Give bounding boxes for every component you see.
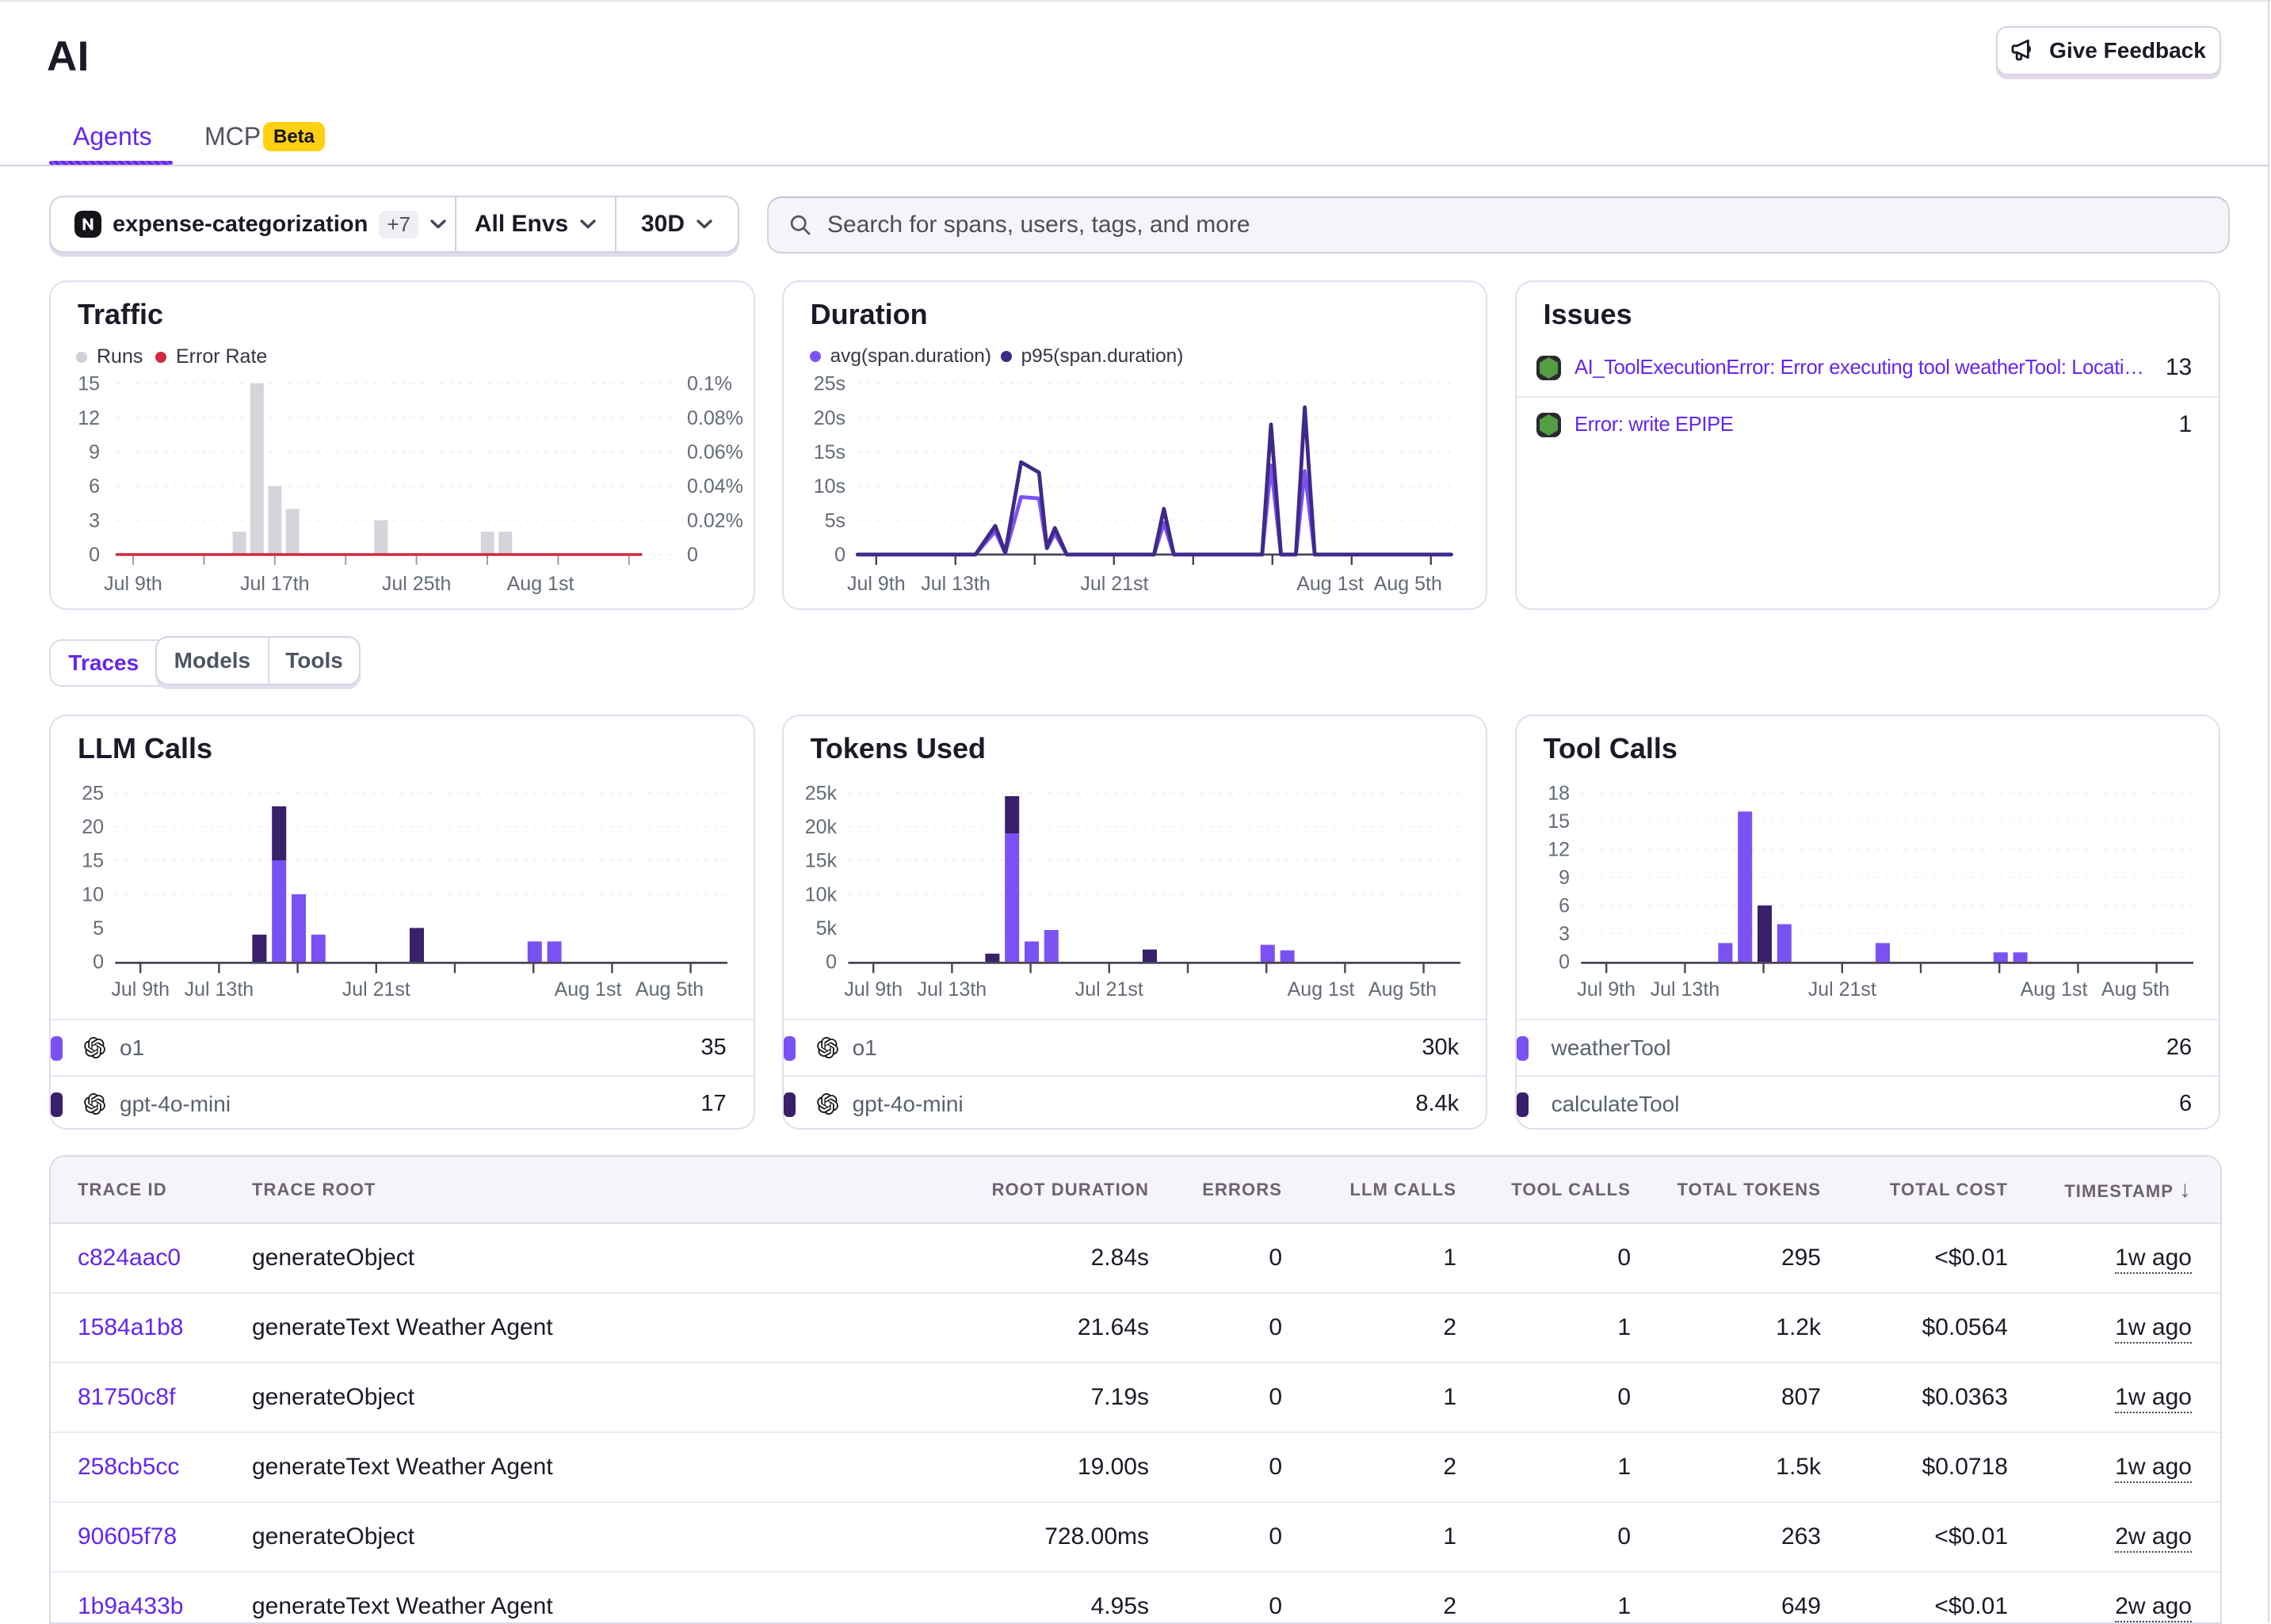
svg-text:0.02%: 0.02% xyxy=(687,509,743,532)
svg-text:0.06%: 0.06% xyxy=(687,441,743,463)
svg-text:0: 0 xyxy=(826,951,837,974)
svg-text:Jul 13th: Jul 13th xyxy=(917,978,987,1001)
svg-text:0: 0 xyxy=(93,951,104,974)
svg-text:20s: 20s xyxy=(813,407,845,429)
svg-text:5: 5 xyxy=(93,917,104,940)
svg-text:15s: 15s xyxy=(813,441,845,463)
svg-text:Aug 5th: Aug 5th xyxy=(2101,978,2170,1001)
svg-text:15: 15 xyxy=(1548,810,1570,833)
svg-text:3: 3 xyxy=(1559,923,1570,945)
svg-text:Aug 1st: Aug 1st xyxy=(1287,978,1354,1001)
svg-text:Jul 25th: Jul 25th xyxy=(382,573,452,595)
svg-text:12: 12 xyxy=(1548,838,1570,860)
svg-text:Aug 5th: Aug 5th xyxy=(1373,573,1441,595)
svg-text:Aug 1st: Aug 1st xyxy=(507,573,574,595)
svg-text:Jul 21st: Jul 21st xyxy=(342,978,410,1001)
svg-text:0.04%: 0.04% xyxy=(687,475,743,497)
svg-text:Aug 1st: Aug 1st xyxy=(1296,573,1364,595)
svg-text:Jul 13th: Jul 13th xyxy=(185,978,254,1001)
svg-text:15: 15 xyxy=(82,850,104,872)
svg-text:Jul 21st: Jul 21st xyxy=(1080,573,1148,595)
svg-text:Jul 21st: Jul 21st xyxy=(1807,978,1876,1001)
svg-text:25s: 25s xyxy=(813,373,845,395)
svg-text:0.1%: 0.1% xyxy=(687,373,732,395)
svg-text:Jul 9th: Jul 9th xyxy=(1577,978,1636,1001)
svg-text:Jul 17th: Jul 17th xyxy=(240,573,310,595)
svg-text:10k: 10k xyxy=(804,883,837,905)
svg-text:Aug 1st: Aug 1st xyxy=(2020,978,2087,1001)
svg-text:0: 0 xyxy=(687,544,698,566)
svg-text:0.08%: 0.08% xyxy=(687,407,743,429)
svg-text:25: 25 xyxy=(82,782,104,804)
svg-text:10s: 10s xyxy=(813,475,845,497)
svg-text:12: 12 xyxy=(78,407,100,429)
svg-text:0: 0 xyxy=(834,544,845,566)
svg-text:Jul 9th: Jul 9th xyxy=(104,573,162,595)
svg-text:Jul 13th: Jul 13th xyxy=(921,573,990,595)
svg-text:0: 0 xyxy=(89,544,100,566)
svg-text:9: 9 xyxy=(89,441,100,463)
svg-text:Jul 9th: Jul 9th xyxy=(847,573,906,595)
svg-text:Jul 13th: Jul 13th xyxy=(1650,978,1719,1001)
svg-text:5s: 5s xyxy=(824,509,845,532)
svg-text:Aug 1st: Aug 1st xyxy=(555,978,622,1001)
svg-text:20k: 20k xyxy=(804,816,837,838)
svg-text:Jul 9th: Jul 9th xyxy=(844,978,903,1001)
svg-text:3: 3 xyxy=(89,509,100,532)
svg-text:5k: 5k xyxy=(815,917,837,940)
svg-text:20: 20 xyxy=(82,816,104,838)
svg-text:Aug 5th: Aug 5th xyxy=(635,978,704,1001)
svg-text:15k: 15k xyxy=(804,850,837,872)
svg-text:9: 9 xyxy=(1559,867,1570,889)
svg-text:18: 18 xyxy=(1548,782,1570,804)
svg-text:Aug 5th: Aug 5th xyxy=(1368,978,1437,1001)
svg-text:15: 15 xyxy=(78,373,100,395)
svg-text:10: 10 xyxy=(82,883,104,905)
svg-text:6: 6 xyxy=(1559,895,1570,917)
svg-text:6: 6 xyxy=(89,475,100,497)
svg-text:Jul 21st: Jul 21st xyxy=(1074,978,1143,1001)
svg-text:Jul 9th: Jul 9th xyxy=(111,978,170,1001)
svg-text:0: 0 xyxy=(1559,951,1570,974)
svg-text:25k: 25k xyxy=(804,782,837,804)
